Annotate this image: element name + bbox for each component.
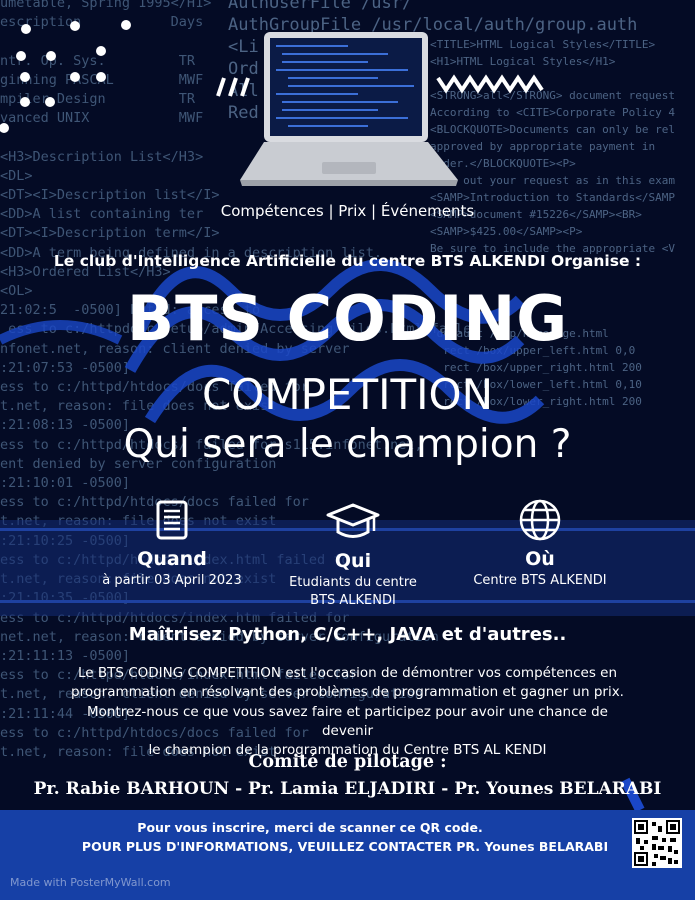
info-where: Où Centre BTS ALKENDI [440, 496, 640, 590]
description-line: Le BTS CODING COMPETITION est l'occasion… [77, 665, 618, 681]
info-who-text-line2: BTS ALKENDI [310, 593, 396, 608]
languages-headline: Maîtrisez Python, C/C++, JAVA et d'autre… [128, 624, 567, 645]
info-when: Quand à partir 03 April 2023 [72, 496, 272, 590]
document-icon [72, 496, 272, 544]
slogan: Qui sera le champion ? [123, 422, 572, 467]
watermark: Made with PosterMyWall.com [10, 876, 171, 889]
footer-register-text: Pour vous inscrire, merci de scanner ce … [137, 820, 483, 835]
tagline: Compétences | Prix | Événements [220, 202, 475, 220]
description-line: programmation en résolvant des problèmes… [71, 684, 624, 701]
info-who: Qui Etudiants du centre BTS ALKENDI [253, 498, 453, 610]
page-title: BTS CODING [126, 282, 569, 355]
organiser-text: Le club d'Intelligence Artificielle du c… [53, 252, 642, 270]
footer-contact-text: POUR PLUS D'INFORMATIONS, VEUILLEZ CONTA… [81, 839, 609, 854]
qr-code[interactable] [632, 818, 682, 868]
page-subtitle: COMPETITION [201, 370, 494, 419]
laptop-illustration [240, 32, 458, 186]
committee-heading: Comité de pilotage : [248, 752, 447, 772]
info-where-text: Centre BTS ALKENDI [473, 573, 607, 588]
info-who-text-line1: Etudiants du centre [289, 575, 417, 590]
info-when-text: à partir 03 April 2023 [102, 573, 242, 588]
graduation-cap-icon [253, 498, 453, 546]
info-where-heading: Où [525, 548, 555, 570]
dots-decoration [0, 20, 131, 133]
description: Le BTS CODING COMPETITION est l'occasion… [60, 664, 635, 760]
globe-icon [440, 496, 640, 544]
committee-members: Pr. Rabie BARHOUN - Pr. Lamia ELJADIRI -… [33, 779, 662, 799]
info-when-heading: Quand [137, 548, 207, 570]
description-line: Montrez-nous ce que vous savez faire et … [87, 703, 608, 739]
info-who-heading: Qui [334, 550, 372, 572]
